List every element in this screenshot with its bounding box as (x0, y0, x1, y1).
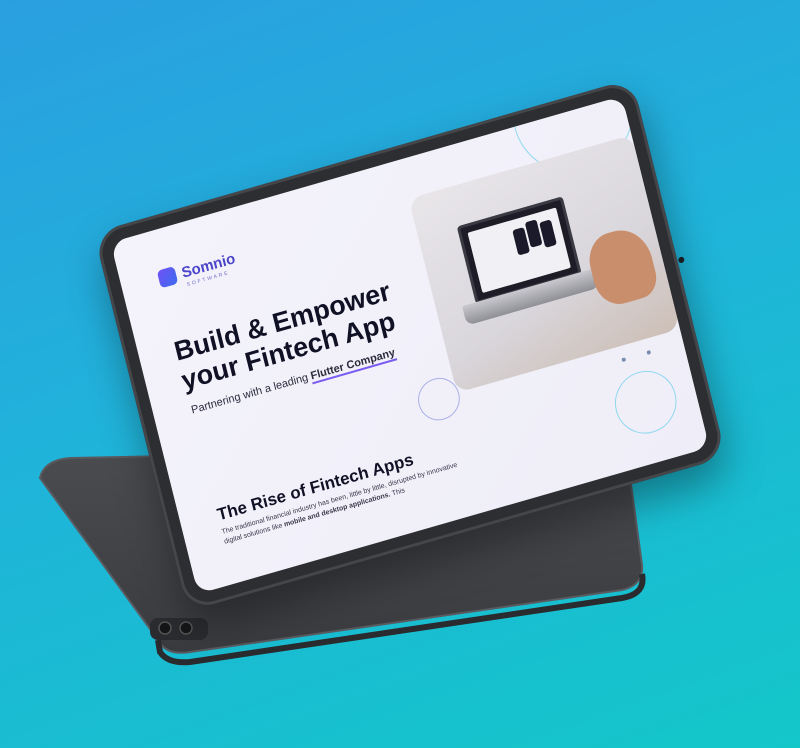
hand-illustration (583, 222, 661, 310)
carousel-dot[interactable] (621, 357, 627, 363)
carousel-dot[interactable] (646, 349, 652, 355)
hero-photo (408, 134, 680, 393)
decor-ring (608, 363, 684, 441)
logo-mark-icon (156, 265, 179, 289)
rear-camera-icon (150, 618, 208, 640)
mockup-scene: Somnio SOFTWARE Build & Empower your Fin… (0, 0, 800, 748)
section-body-suffix: This (389, 487, 406, 499)
